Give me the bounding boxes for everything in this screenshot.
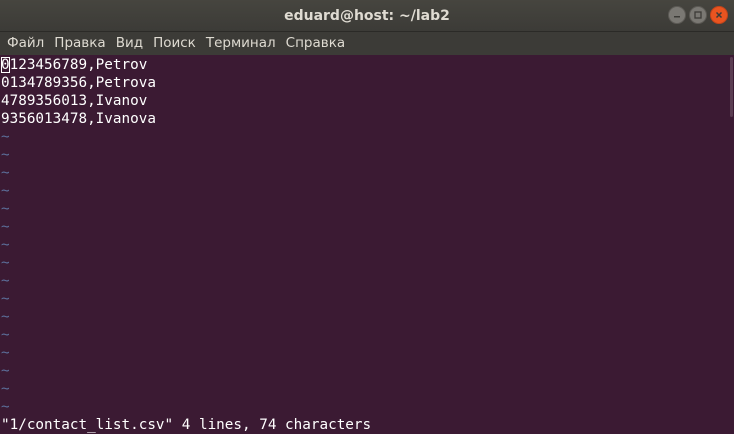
empty-line-tilde: ~ xyxy=(1,129,10,145)
terminal-window: eduard@host: ~/lab2 Файл Правка Вид Поис… xyxy=(0,0,734,434)
terminal-area[interactable]: 0123456789,Petrov 0134789356,Petrova 478… xyxy=(0,55,734,434)
empty-line-tilde: ~ xyxy=(1,255,10,271)
empty-line-tilde: ~ xyxy=(1,201,10,217)
empty-line-tilde: ~ xyxy=(1,327,10,343)
text-line: 0134789356,Petrova xyxy=(1,75,156,91)
empty-line-tilde: ~ xyxy=(1,237,10,253)
empty-line-tilde: ~ xyxy=(1,291,10,307)
minimize-button[interactable] xyxy=(668,6,686,24)
empty-line-tilde: ~ xyxy=(1,345,10,361)
cursor: 0 xyxy=(1,57,10,73)
minimize-icon xyxy=(674,16,680,18)
menu-search[interactable]: Поиск xyxy=(149,32,200,55)
status-line: "1/contact_list.csv" 4 lines, 74 charact… xyxy=(1,417,372,433)
window-controls xyxy=(668,6,728,24)
menu-terminal[interactable]: Терминал xyxy=(202,32,280,55)
empty-line-tilde: ~ xyxy=(1,147,10,163)
empty-line-tilde: ~ xyxy=(1,381,10,397)
empty-line-tilde: ~ xyxy=(1,165,10,181)
text-line: 0123456789,Petrov xyxy=(1,57,148,73)
text-line: 9356013478,Ivanova xyxy=(1,111,156,127)
menu-edit[interactable]: Правка xyxy=(50,32,109,55)
menu-file[interactable]: Файл xyxy=(3,32,48,55)
scrollbar[interactable] xyxy=(730,55,734,434)
text-line: 4789356013,Ivanov xyxy=(1,93,148,109)
title-bar[interactable]: eduard@host: ~/lab2 xyxy=(0,0,734,32)
window-title: eduard@host: ~/lab2 xyxy=(284,8,450,24)
empty-line-tilde: ~ xyxy=(1,219,10,235)
close-icon xyxy=(715,11,723,19)
menu-view[interactable]: Вид xyxy=(112,32,147,55)
empty-line-tilde: ~ xyxy=(1,273,10,289)
empty-line-tilde: ~ xyxy=(1,309,10,325)
empty-line-tilde: ~ xyxy=(1,399,10,415)
maximize-icon xyxy=(694,11,702,19)
menu-help[interactable]: Справка xyxy=(282,32,349,55)
empty-line-tilde: ~ xyxy=(1,183,10,199)
menu-bar: Файл Правка Вид Поиск Терминал Справка xyxy=(0,32,734,55)
scrollbar-thumb[interactable] xyxy=(730,57,733,117)
maximize-button[interactable] xyxy=(689,6,707,24)
close-button[interactable] xyxy=(710,6,728,24)
empty-line-tilde: ~ xyxy=(1,363,10,379)
